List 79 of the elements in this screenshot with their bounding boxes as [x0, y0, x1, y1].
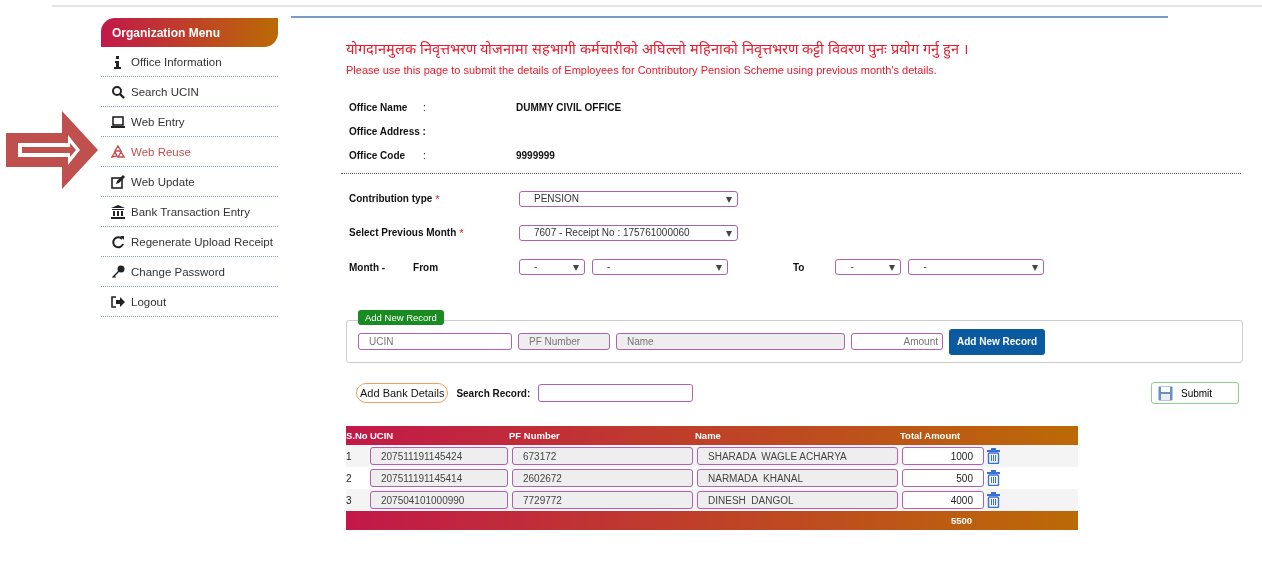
field-label: Office Code: [349, 149, 407, 161]
menu-item[interactable]: Office Information: [101, 47, 278, 77]
search-field[interactable]: [538, 384, 694, 402]
required-mark: *: [435, 193, 440, 205]
recycle-icon: [111, 144, 125, 159]
key-icon: [111, 264, 125, 279]
menu-item[interactable]: Logout: [101, 287, 278, 317]
pf-number-field[interactable]: 7729772: [512, 491, 693, 509]
add-record-button[interactable]: Add New Record: [949, 328, 1045, 355]
column-header: PF Number: [509, 430, 561, 441]
amount-field[interactable]: 4000: [902, 491, 984, 509]
required-mark: *: [459, 227, 464, 239]
dropdown[interactable]: -: [519, 259, 585, 275]
dropdown[interactable]: PENSION: [519, 191, 738, 207]
amount-field[interactable]: 500: [902, 469, 984, 487]
ucin-field[interactable]: 207511191145414: [370, 469, 508, 487]
table-cell-text: 2: [346, 472, 353, 484]
save-icon: [1158, 385, 1173, 401]
menu-item[interactable]: Web Reuse: [101, 137, 278, 167]
name-field[interactable]: SHARADA WAGLE ACHARYA: [697, 447, 898, 465]
page-heading: योगदानमुलक निवृत्तभरण योजनामा सहभागी कर्मचारीको अघिल्लो महिनाको निवृत्तभरण कट्टी विवरण पुनः प्रयोग गर्नु हुन ।: [346, 40, 971, 58]
ucin-field[interactable]: 207511191145424: [370, 447, 508, 465]
add-bank-details-button[interactable]: Add Bank Details: [356, 383, 449, 403]
caret-icon: [726, 231, 732, 237]
page-description: Please use this page to submit the details of Employees for Contributory Pension Scheme using previous month's details.: [346, 64, 938, 76]
caret-icon: [726, 197, 732, 203]
dropdown[interactable]: -: [835, 259, 902, 275]
menu-item[interactable]: Change Password: [101, 257, 278, 287]
name-field[interactable]: DINESH DANGOL: [697, 491, 898, 509]
menu-item[interactable]: Web Update: [101, 167, 278, 197]
menu-item[interactable]: Search UCIN: [101, 77, 278, 107]
field-label: Month -: [349, 261, 386, 273]
dropdown[interactable]: -: [592, 259, 728, 275]
field-label: Contribution type: [349, 193, 433, 205]
amount-field[interactable]: 1000: [902, 447, 984, 465]
name-field[interactable]: NARMADA KHANAL: [697, 469, 898, 487]
caret-icon: [889, 265, 896, 271]
dropdown[interactable]: -: [908, 259, 1045, 275]
logout-icon: [111, 294, 125, 309]
search-icon: [111, 84, 125, 99]
trash-icon[interactable]: [987, 448, 1000, 464]
edit-icon: [111, 174, 125, 189]
trash-icon[interactable]: [987, 470, 1000, 486]
ucin-field[interactable]: UCIN: [358, 333, 512, 350]
total-amount: 5500: [951, 515, 973, 526]
dropdown[interactable]: 7607 - Receipt No : 175761000060: [519, 225, 738, 241]
caret-icon: [716, 265, 722, 271]
menu-item[interactable]: Regenerate Upload Receipt: [101, 227, 278, 257]
colon: :: [423, 149, 426, 161]
column-header: Name: [695, 430, 722, 441]
ucin-field[interactable]: 207504101000990: [370, 491, 508, 509]
laptop-icon: [111, 114, 125, 129]
menu-item[interactable]: Bank Transaction Entry: [101, 197, 278, 227]
menu-item[interactable]: Web Entry: [101, 107, 278, 137]
colon: :: [423, 101, 426, 113]
caret-icon: [573, 265, 579, 271]
submit-button[interactable]: Submit: [1151, 382, 1239, 404]
field-value: DUMMY CIVIL OFFICE: [516, 101, 622, 113]
caret-icon: [1032, 265, 1039, 271]
field-label: From: [413, 261, 439, 273]
amount-field[interactable]: Amount: [851, 333, 943, 350]
search-label: Search Record:: [456, 387, 531, 399]
field-label: Office Name: [349, 101, 409, 113]
column-header: UCIN: [370, 430, 395, 441]
field-value: 9999999: [516, 149, 555, 161]
refresh-icon: [111, 234, 125, 249]
menu-header: Organization Menu: [101, 18, 278, 47]
column-header: S.No: [346, 430, 369, 441]
pf-number-field[interactable]: 2602672: [512, 469, 693, 487]
column-header: Total Amount: [900, 430, 961, 441]
table-cell-text: 1: [346, 450, 353, 462]
pf-number-field[interactable]: 673172: [512, 447, 693, 465]
bank-icon: [111, 204, 125, 219]
field-label: Select Previous Month: [349, 227, 457, 239]
table-cell-text: 3: [346, 494, 353, 506]
field-label: Office Address :: [349, 125, 423, 137]
field-label: To: [793, 261, 805, 273]
panel-legend: Add New Record: [358, 310, 444, 325]
trash-icon[interactable]: [987, 492, 1000, 508]
